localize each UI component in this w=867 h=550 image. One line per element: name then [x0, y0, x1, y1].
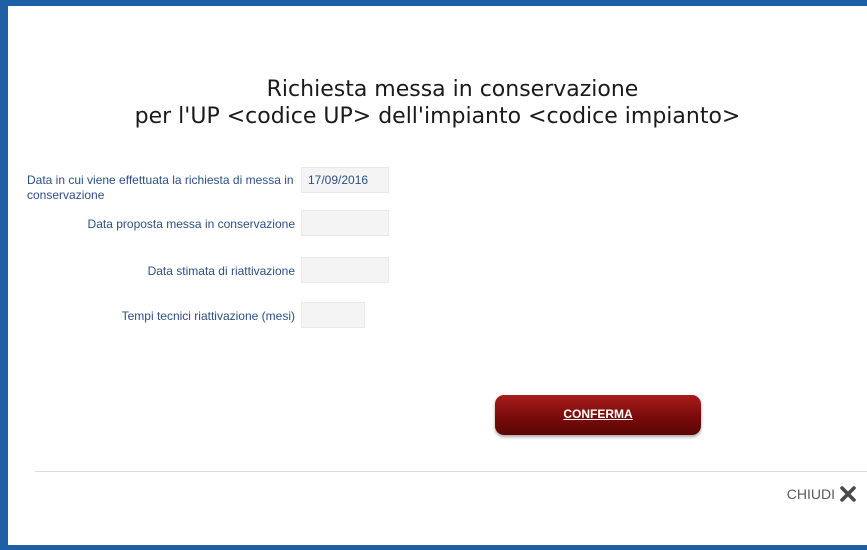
footer-divider [35, 471, 867, 472]
conservation-request-dialog: Richiesta messa in conservazione per l'U… [8, 6, 867, 545]
proposed-date-field[interactable] [301, 210, 389, 236]
proposed-date-label: Data proposta messa in conservazione [87, 217, 295, 231]
window-frame-bottom [0, 545, 867, 550]
close-icon [840, 486, 856, 502]
request-date-field[interactable] [301, 167, 389, 193]
dialog-title-line1: Richiesta messa in conservazione [266, 77, 639, 102]
dialog-title-line2: per l'UP <codice UP> dell'impianto <codi… [134, 104, 741, 129]
confirm-button[interactable]: CONFERMA [495, 395, 701, 435]
reactivation-date-label: Data stimata di riattivazione [147, 264, 295, 278]
window-frame-left [0, 0, 8, 550]
dialog-title: Richiesta messa in conservazione per l'U… [8, 76, 867, 130]
technical-time-label: Tempi tecnici riattivazione (mesi) [121, 309, 295, 323]
technical-time-field[interactable] [301, 302, 365, 328]
close-label: CHIUDI [786, 486, 835, 502]
request-date-label: Data in cui viene effettuata la richiest… [27, 173, 294, 202]
close-button[interactable]: CHIUDI [787, 484, 857, 504]
reactivation-date-field[interactable] [301, 257, 389, 283]
